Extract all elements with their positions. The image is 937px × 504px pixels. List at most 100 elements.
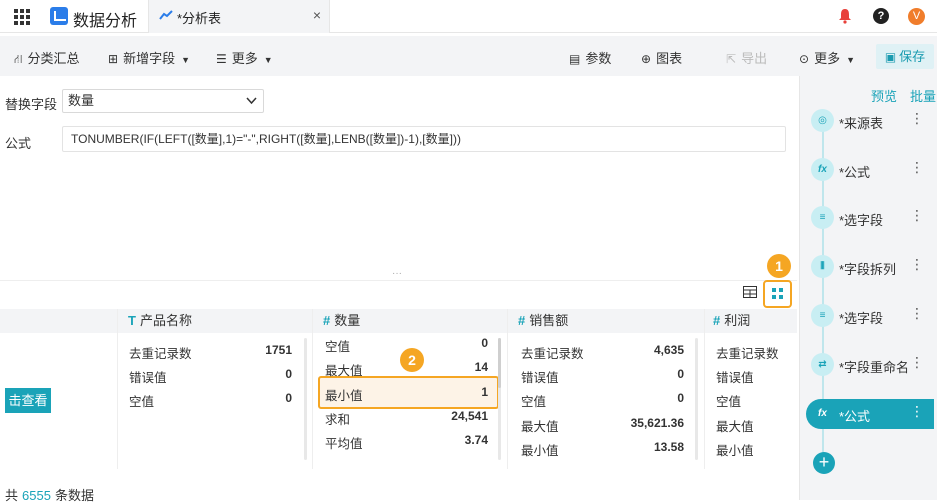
scrollbar[interactable] bbox=[695, 338, 698, 460]
grid-view-button[interactable] bbox=[763, 280, 792, 308]
stat-value: 1 bbox=[481, 385, 488, 399]
more-vertical-icon[interactable]: ⋮ bbox=[910, 305, 924, 322]
more-vertical-icon[interactable]: ⋮ bbox=[910, 256, 924, 273]
record-count: 共 6555 条数据 bbox=[5, 485, 94, 504]
stat-value: 0 bbox=[677, 391, 684, 405]
more-left-label: 更多 bbox=[231, 51, 258, 66]
stat-value: 3.74 bbox=[464, 433, 488, 447]
stat-label: 求和 bbox=[325, 413, 351, 427]
step-label: *选字段 bbox=[839, 213, 884, 228]
export-label: 导出 bbox=[741, 51, 768, 66]
stat-value: 0 bbox=[285, 391, 292, 405]
replace-field-label: 替换字段 bbox=[5, 97, 58, 112]
more-right-button[interactable]: ⊙ 更多 ▼ bbox=[799, 48, 860, 67]
stat-label: 最大值 bbox=[716, 420, 754, 434]
formula-label: 公式 bbox=[5, 136, 32, 151]
column-header-quantity[interactable]: # 数量 bbox=[313, 309, 507, 333]
split-column-icon: ⫴ bbox=[811, 255, 834, 278]
params-button[interactable]: ▤ 参数 bbox=[569, 48, 611, 67]
more-vertical-icon[interactable]: ⋮ bbox=[910, 403, 924, 420]
column-name: 数量 bbox=[334, 313, 361, 328]
step-label: *字段重命名 bbox=[839, 360, 910, 375]
bell-icon[interactable] bbox=[838, 8, 852, 24]
stat-label: 错误值 bbox=[716, 371, 754, 385]
chart-button[interactable]: ⊕ 图表 bbox=[641, 48, 682, 67]
more-vertical-icon[interactable]: ⋮ bbox=[910, 159, 924, 176]
stat-value: 35,621.36 bbox=[630, 416, 684, 430]
more-vertical-icon[interactable]: ⋮ bbox=[910, 354, 924, 371]
stat-label: 错误值 bbox=[521, 371, 559, 385]
add-chart-icon: ⊕ bbox=[641, 52, 652, 66]
help-icon[interactable]: ? bbox=[873, 8, 889, 24]
tab-analysis-table[interactable]: *分析表 × bbox=[148, 0, 330, 33]
app-grid-icon[interactable] bbox=[14, 9, 30, 25]
stat-value: 0 bbox=[677, 367, 684, 381]
list-icon: ☰ bbox=[216, 52, 227, 66]
step-formula-active[interactable]: fx *公式 ⋮ bbox=[806, 399, 934, 429]
step-label: *来源表 bbox=[839, 116, 884, 131]
column-divider bbox=[704, 309, 705, 469]
preview-link[interactable]: 预览 bbox=[871, 86, 897, 105]
replace-field-select[interactable]: 数量 bbox=[62, 89, 264, 113]
step-formula[interactable]: fx *公式 ⋮ bbox=[806, 155, 934, 185]
stat-label: 空值 bbox=[325, 340, 351, 354]
add-step-button[interactable]: + bbox=[813, 452, 835, 474]
params-icon: ▤ bbox=[569, 52, 581, 66]
step-select-field-2[interactable]: ≡ *选字段 ⋮ bbox=[806, 301, 934, 331]
stat-label: 空值 bbox=[716, 395, 742, 409]
more-vertical-icon[interactable]: ⋮ bbox=[910, 207, 924, 224]
select-field-icon: ≡ bbox=[811, 206, 834, 229]
stat-label: 去重记录数 bbox=[716, 347, 779, 361]
stat-label: 空值 bbox=[129, 395, 155, 409]
close-icon[interactable]: × bbox=[313, 7, 321, 23]
record-count-prefix: 共 bbox=[5, 488, 19, 503]
step-rename-field[interactable]: ⇄ *字段重命名 ⋮ bbox=[806, 350, 934, 380]
step-split-column[interactable]: ⫴ *字段拆列 ⋮ bbox=[806, 252, 934, 282]
formula-input[interactable]: TONUMBER(IF(LEFT([数量],1)="-",RIGHT([数量],… bbox=[62, 126, 786, 152]
column-name: 销售额 bbox=[529, 313, 569, 328]
caret-down-icon: ▼ bbox=[181, 55, 190, 65]
step-label: *公式 bbox=[839, 165, 871, 180]
save-icon: ▣ bbox=[884, 50, 897, 64]
stat-label: 最小值 bbox=[325, 389, 363, 403]
more-circle-icon: ⊙ bbox=[799, 52, 810, 66]
scrollbar[interactable] bbox=[304, 338, 307, 460]
divider bbox=[0, 280, 797, 281]
export-button[interactable]: ⇱ 导出 bbox=[726, 48, 767, 67]
scrollbar-thumb[interactable] bbox=[498, 338, 501, 388]
add-field-button[interactable]: ⊞ 新增字段 ▼ bbox=[108, 48, 195, 67]
table-view-icon[interactable] bbox=[743, 286, 757, 298]
step-select-field[interactable]: ≡ *选字段 ⋮ bbox=[806, 203, 934, 233]
avatar[interactable]: V bbox=[908, 8, 925, 25]
step-source-table[interactable]: ◎ *来源表 ⋮ bbox=[806, 106, 934, 136]
number-type-icon: # bbox=[518, 313, 526, 328]
more-left-button[interactable]: ☰ 更多 ▼ bbox=[216, 48, 278, 67]
save-label: 保存 bbox=[899, 49, 926, 64]
group-summary-label: 分类汇总 bbox=[27, 51, 80, 66]
steps-panel bbox=[799, 76, 937, 500]
step-badge-1: 1 bbox=[767, 254, 791, 278]
stat-label: 最小值 bbox=[521, 444, 559, 458]
app-logo-icon bbox=[50, 7, 68, 25]
resize-handle[interactable]: ··· bbox=[392, 268, 402, 279]
add-field-label: 新增字段 bbox=[123, 51, 176, 66]
column-header-sales[interactable]: # 销售额 bbox=[508, 309, 704, 333]
stat-value: 0 bbox=[285, 367, 292, 381]
column-divider bbox=[312, 309, 313, 469]
record-count-suffix: 条数据 bbox=[54, 488, 94, 503]
stat-label: 错误值 bbox=[129, 371, 167, 385]
stat-label: 空值 bbox=[521, 395, 547, 409]
toolbar: ⛙ 分类汇总 ⊞ 新增字段 ▼ ☰ 更多 ▼ ▤ 参数 ⊕ 图表 ⇱ 导出 ⊙ 更多 ▼ bbox=[0, 36, 937, 76]
save-button[interactable]: ▣ 保存 bbox=[876, 44, 934, 69]
batch-link[interactable]: 批量 bbox=[910, 86, 936, 105]
source-icon: ◎ bbox=[811, 109, 834, 132]
add-field-icon: ⊞ bbox=[108, 52, 119, 66]
group-summary-button[interactable]: ⛙ 分类汇总 bbox=[14, 48, 79, 68]
column-header-product[interactable]: T 产品名称 bbox=[118, 309, 312, 333]
stat-value: 0 bbox=[481, 336, 488, 350]
stat-label: 最小值 bbox=[716, 444, 754, 458]
view-details-button[interactable]: 击查看 bbox=[5, 388, 51, 413]
column-header-profit[interactable]: # 利润 bbox=[705, 309, 797, 333]
more-vertical-icon[interactable]: ⋮ bbox=[910, 110, 924, 127]
app-title: 数据分析 bbox=[73, 13, 138, 30]
